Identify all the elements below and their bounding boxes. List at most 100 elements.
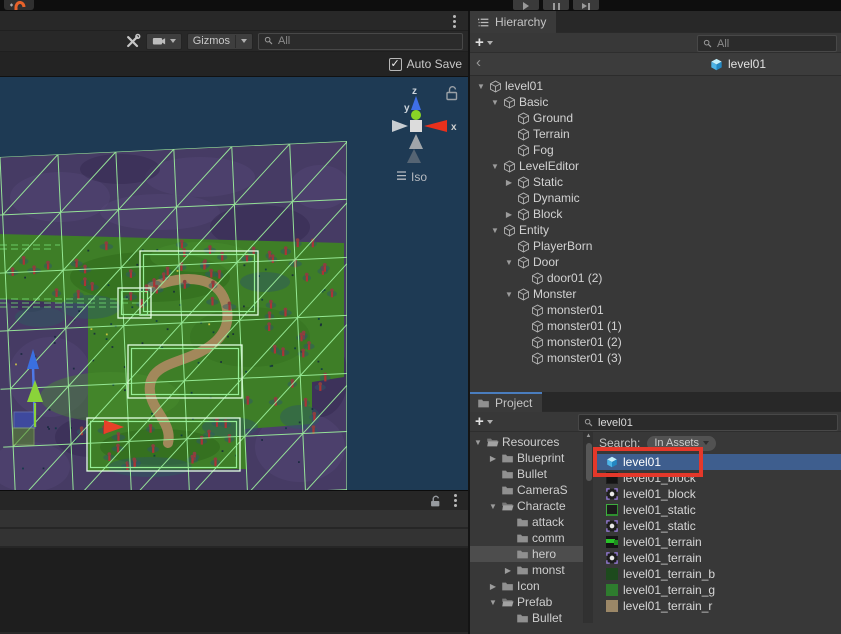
tab-hierarchy[interactable]: Hierarchy xyxy=(470,11,556,33)
project-result-item[interactable]: level01_terrain xyxy=(593,534,841,550)
hierarchy-item[interactable]: PlayerBorn xyxy=(470,238,841,254)
scene-viewport[interactable]: z y x Iso xyxy=(0,77,468,490)
project-result-item[interactable]: level01_terrain_r xyxy=(593,598,841,614)
caret-closed-icon[interactable]: ▶ xyxy=(504,210,514,219)
tools-icon[interactable] xyxy=(125,33,141,49)
project-result-item[interactable]: level01_static xyxy=(593,502,841,518)
console-entry-row[interactable] xyxy=(0,529,468,548)
hierarchy-item[interactable]: monster01 xyxy=(470,302,841,318)
folder-open-icon xyxy=(501,596,514,609)
unlock-icon[interactable] xyxy=(428,494,442,508)
hierarchy-item[interactable]: Dynamic xyxy=(470,190,841,206)
folder-icon xyxy=(516,516,529,529)
caret-open-icon[interactable]: ▼ xyxy=(473,438,483,447)
hierarchy-add-button[interactable]: + xyxy=(475,36,493,50)
project-result-item[interactable]: level01 xyxy=(593,454,841,470)
project-folder-item[interactable]: ▼Prefab xyxy=(470,594,583,610)
hierarchy-item[interactable]: Ground xyxy=(470,110,841,126)
back-chevron-icon[interactable]: ‹ xyxy=(476,54,481,71)
hierarchy-item[interactable]: ▼Basic xyxy=(470,94,841,110)
hierarchy-item[interactable]: ▶Block xyxy=(470,206,841,222)
caret-open-icon[interactable]: ▼ xyxy=(490,98,500,107)
hierarchy-item[interactable]: ▼Monster xyxy=(470,286,841,302)
scene-search-input[interactable]: All xyxy=(258,33,463,50)
project-folder-item[interactable]: Bullet xyxy=(470,610,583,623)
hierarchy-item[interactable]: monster01 (1) xyxy=(470,318,841,334)
gameobject-cube-icon xyxy=(531,352,544,365)
hierarchy-item[interactable]: Fog xyxy=(470,142,841,158)
project-folder-item[interactable]: comm xyxy=(470,530,583,546)
hierarchy-tree: ▼level01▼BasicGroundTerrainFog▼LevelEdit… xyxy=(470,76,841,392)
project-folder-item[interactable]: ▶monst xyxy=(470,562,583,578)
project-folder-item[interactable]: Bullet xyxy=(470,466,583,482)
folder-tree-scrollbar[interactable]: ▲ xyxy=(584,432,593,623)
caret-open-icon[interactable]: ▼ xyxy=(504,290,514,299)
project-add-button[interactable]: + xyxy=(475,415,493,429)
pause-button[interactable] xyxy=(543,0,569,10)
scene-panel-menu-icon[interactable] xyxy=(453,20,456,23)
console-panel-menu-icon[interactable] xyxy=(454,499,457,502)
project-result-item[interactable]: level01_terrain_b xyxy=(593,566,841,582)
hierarchy-item[interactable]: ▼Door xyxy=(470,254,841,270)
search-scope-dropdown[interactable]: In Assets xyxy=(647,436,716,451)
project-result-item[interactable]: level01_terrain_g xyxy=(593,582,841,598)
folder-icon xyxy=(501,468,514,481)
hierarchy-item[interactable]: monster01 (3) xyxy=(470,350,841,366)
play-button[interactable] xyxy=(513,0,539,10)
hierarchy-item[interactable]: ▼Entity xyxy=(470,222,841,238)
folder-icon xyxy=(501,580,514,593)
caret-open-icon[interactable]: ▼ xyxy=(490,162,500,171)
gizmos-dropdown[interactable]: Gizmos xyxy=(187,33,253,50)
breadcrumb-current[interactable]: level01 xyxy=(710,53,766,75)
scroll-up-icon[interactable]: ▲ xyxy=(584,433,593,439)
scrollbar-thumb[interactable] xyxy=(586,443,592,481)
projection-mode-toggle[interactable]: Iso xyxy=(397,170,427,184)
hierarchy-search-input[interactable]: All xyxy=(697,35,837,52)
project-result-item[interactable]: level01_static xyxy=(593,518,841,534)
caret-closed-icon[interactable]: ▶ xyxy=(504,178,514,187)
console-detail-area xyxy=(0,548,468,632)
project-result-item[interactable]: level01_block xyxy=(593,486,841,502)
caret-closed-icon[interactable]: ▶ xyxy=(488,582,498,591)
plugin-button[interactable] xyxy=(4,0,34,10)
project-folder-item[interactable]: attack xyxy=(470,514,583,530)
hierarchy-item[interactable]: ▶Static xyxy=(470,174,841,190)
folder-icon xyxy=(516,548,529,561)
breadcrumb-title: level01 xyxy=(728,57,766,71)
hierarchy-item[interactable]: monster01 (2) xyxy=(470,334,841,350)
project-folder-item[interactable]: ▶Icon xyxy=(470,578,583,594)
folder-icon xyxy=(516,564,529,577)
panel-divider[interactable] xyxy=(468,0,470,634)
hierarchy-tab-label: Hierarchy xyxy=(495,15,546,29)
autosave-checkbox[interactable]: ✓ xyxy=(389,58,402,71)
camera-icon xyxy=(152,34,166,48)
folder-icon xyxy=(516,532,529,545)
project-folder-item[interactable]: ▼Resources xyxy=(470,434,583,450)
hierarchy-item[interactable]: ▼LevelEditor xyxy=(470,158,841,174)
project-folder-item[interactable]: hero xyxy=(470,546,583,562)
project-search-input[interactable]: level01 xyxy=(578,414,838,431)
hierarchy-item[interactable]: Terrain xyxy=(470,126,841,142)
gameobject-cube-icon xyxy=(503,160,516,173)
caret-closed-icon[interactable]: ▶ xyxy=(503,566,513,575)
scene-lock-icon[interactable] xyxy=(447,87,457,100)
prefab-cube-icon xyxy=(710,58,723,71)
project-folder-item[interactable]: CameraS xyxy=(470,482,583,498)
caret-open-icon[interactable]: ▼ xyxy=(476,82,486,91)
tab-project[interactable]: Project xyxy=(470,392,542,412)
scene-camera-dropdown[interactable] xyxy=(146,33,182,50)
hierarchy-item[interactable]: ▼level01 xyxy=(470,78,841,94)
caret-open-icon[interactable]: ▼ xyxy=(504,258,514,267)
step-button[interactable] xyxy=(573,0,599,10)
caret-open-icon[interactable]: ▼ xyxy=(488,598,498,607)
project-result-item[interactable]: level01_block xyxy=(593,470,841,486)
project-folder-item[interactable]: ▶Blueprint xyxy=(470,450,583,466)
result-item-label: level01_terrain_b xyxy=(623,567,715,581)
hierarchy-item[interactable]: door01 (2) xyxy=(470,270,841,286)
caret-closed-icon[interactable]: ▶ xyxy=(488,454,498,463)
console-entry-row[interactable] xyxy=(0,510,468,529)
project-result-item[interactable]: level01_terrain xyxy=(593,550,841,566)
project-folder-item[interactable]: ▼Characte xyxy=(470,498,583,514)
caret-open-icon[interactable]: ▼ xyxy=(488,502,498,511)
caret-open-icon[interactable]: ▼ xyxy=(490,226,500,235)
